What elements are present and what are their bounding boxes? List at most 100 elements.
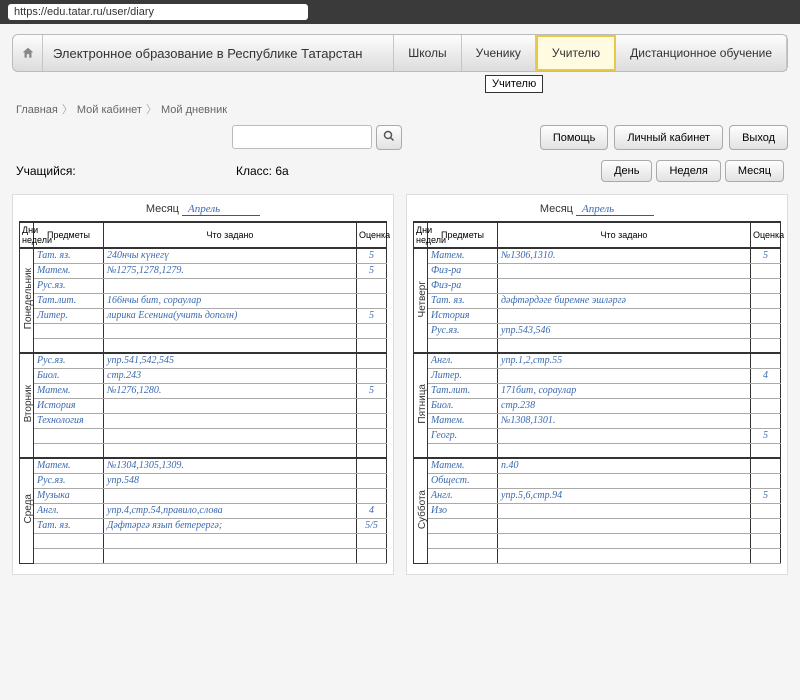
table-row bbox=[414, 443, 781, 458]
grade-cell bbox=[751, 338, 781, 353]
homework-cell bbox=[104, 278, 357, 293]
day-cell: Суббота 16 bbox=[414, 458, 428, 563]
view-day-button[interactable]: День bbox=[601, 160, 652, 182]
homework-cell: №1276,1280. bbox=[104, 383, 357, 398]
subject-cell: Тат. яз. bbox=[34, 248, 104, 263]
grade-cell: 4 bbox=[357, 503, 387, 518]
nav-tab-2[interactable]: Учителю bbox=[536, 35, 616, 71]
grade-cell bbox=[751, 413, 781, 428]
table-row: Рус.яз. bbox=[20, 278, 387, 293]
table-row: Изо bbox=[414, 503, 781, 518]
col-homework: Что задано bbox=[498, 222, 751, 248]
grade-cell: 5 bbox=[357, 383, 387, 398]
site-title: Электронное образование в Республике Тат… bbox=[43, 35, 394, 71]
table-row bbox=[20, 548, 387, 563]
table-row bbox=[20, 443, 387, 458]
nav-tab-3[interactable]: Дистанционное обучение bbox=[616, 35, 787, 71]
subject-cell bbox=[428, 338, 498, 353]
search-button[interactable] bbox=[376, 125, 402, 150]
subject-cell: Матем. bbox=[428, 413, 498, 428]
search-input[interactable] bbox=[232, 125, 372, 149]
class-label: Класс: 6а bbox=[236, 164, 601, 178]
homework-cell: упр.4,стр.54,правило,слова bbox=[104, 503, 357, 518]
grade-cell: 5 bbox=[751, 488, 781, 503]
exit-button[interactable]: Выход bbox=[729, 125, 788, 150]
table-row: Тат.лит.171бит, сораулар bbox=[414, 383, 781, 398]
subject-cell: История bbox=[428, 308, 498, 323]
grade-cell bbox=[357, 353, 387, 368]
day-name: Суббота bbox=[417, 490, 428, 529]
table-row bbox=[20, 338, 387, 353]
day-name: Среда bbox=[23, 494, 34, 524]
col-day: Дни недели bbox=[414, 222, 428, 248]
table-row: Четверг 14Матем.№1306,1310.5 bbox=[414, 248, 781, 263]
grade-cell bbox=[357, 398, 387, 413]
grade-cell bbox=[751, 473, 781, 488]
subject-cell bbox=[34, 533, 104, 548]
search-icon bbox=[383, 130, 395, 142]
month-label: Месяц bbox=[146, 203, 179, 215]
table-row bbox=[414, 518, 781, 533]
table-row: Рус.яз.упр.543,546 bbox=[414, 323, 781, 338]
view-week-button[interactable]: Неделя bbox=[656, 160, 720, 182]
subject-cell: Рус.яз. bbox=[34, 278, 104, 293]
table-row: История bbox=[20, 398, 387, 413]
day-name: Пятница bbox=[417, 384, 428, 424]
homework-cell: №1304,1305,1309. bbox=[104, 458, 357, 473]
table-row: Общест. bbox=[414, 473, 781, 488]
table-row: Понедельник 11Тат. яз.240нчы күнегү5 bbox=[20, 248, 387, 263]
homework-cell: дәфтәрдәге биремне эшләргә bbox=[498, 293, 751, 308]
grade-cell bbox=[751, 263, 781, 278]
table-row: Матем.№1275,1278,1279.5 bbox=[20, 263, 387, 278]
breadcrumb-item[interactable]: Мой кабинет bbox=[77, 104, 142, 116]
subject-cell bbox=[34, 323, 104, 338]
homework-cell bbox=[104, 398, 357, 413]
subject-cell: Матем. bbox=[428, 248, 498, 263]
grade-cell: 5 bbox=[751, 428, 781, 443]
grade-cell bbox=[751, 503, 781, 518]
url-bar[interactable]: https://edu.tatar.ru/user/diary bbox=[8, 4, 308, 20]
grade-cell: 5 bbox=[357, 248, 387, 263]
col-day: Дни недели bbox=[20, 222, 34, 248]
grade-cell bbox=[357, 443, 387, 458]
homework-cell bbox=[104, 488, 357, 503]
cabinet-button[interactable]: Личный кабинет bbox=[614, 125, 723, 150]
breadcrumb-item[interactable]: Главная bbox=[16, 104, 58, 116]
homework-cell bbox=[498, 278, 751, 293]
site-header: Электронное образование в Республике Тат… bbox=[12, 34, 788, 72]
table-row bbox=[20, 323, 387, 338]
homework-cell: стр.243 bbox=[104, 368, 357, 383]
grade-cell bbox=[751, 458, 781, 473]
homework-cell bbox=[498, 338, 751, 353]
nav-tab-1[interactable]: Ученику bbox=[462, 35, 536, 71]
day-cell: Пятница 15 bbox=[414, 353, 428, 458]
homework-cell: 240нчы күнегү bbox=[104, 248, 357, 263]
homework-cell bbox=[498, 443, 751, 458]
grade-cell: 5 bbox=[357, 263, 387, 278]
homework-cell: упр.548 bbox=[104, 473, 357, 488]
table-row: Среда 13Матем.№1304,1305,1309. bbox=[20, 458, 387, 473]
subject-cell: Рус.яз. bbox=[428, 323, 498, 338]
homework-cell bbox=[498, 473, 751, 488]
homework-cell bbox=[498, 428, 751, 443]
grade-cell bbox=[357, 488, 387, 503]
subject-cell: Матем. bbox=[34, 458, 104, 473]
nav-tab-0[interactable]: Школы bbox=[394, 35, 461, 71]
subject-cell bbox=[428, 518, 498, 533]
homework-cell: упр.1,2,стр.55 bbox=[498, 353, 751, 368]
help-button[interactable]: Помощь bbox=[540, 125, 609, 150]
table-row bbox=[20, 533, 387, 548]
homework-cell bbox=[104, 323, 357, 338]
grade-cell bbox=[357, 323, 387, 338]
table-row: Англ.упр.4,стр.54,правило,слова4 bbox=[20, 503, 387, 518]
home-icon[interactable] bbox=[13, 35, 43, 71]
day-cell: Понедельник 11 bbox=[20, 248, 34, 353]
homework-cell: п.40 bbox=[498, 458, 751, 473]
grade-cell bbox=[751, 398, 781, 413]
grade-cell bbox=[751, 308, 781, 323]
table-row: Пятница 15Англ.упр.1,2,стр.55 bbox=[414, 353, 781, 368]
grade-cell bbox=[357, 293, 387, 308]
table-row: Геогр.5 bbox=[414, 428, 781, 443]
view-month-button[interactable]: Месяц bbox=[725, 160, 784, 182]
breadcrumb: Главная〉Мой кабинет〉Мой дневник bbox=[16, 101, 788, 117]
